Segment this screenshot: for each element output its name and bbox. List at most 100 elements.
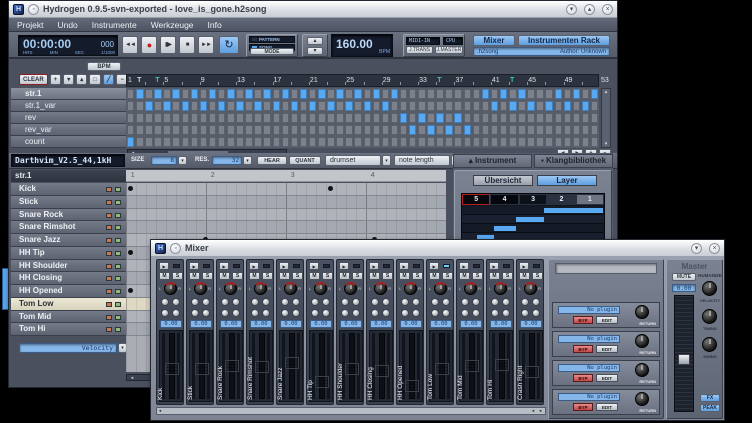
fader-handle[interactable] [525,366,539,378]
song-grid-cell[interactable] [327,125,334,135]
instrument-row-kick[interactable]: Kick [11,183,126,196]
song-grid-cell[interactable] [218,125,225,135]
strip-mute-button[interactable]: M [399,272,410,280]
song-grid-row-rev[interactable] [126,112,599,124]
song-grid-cell[interactable] [409,125,416,135]
song-grid-cell[interactable] [300,137,307,147]
strip-play-button[interactable]: ▶ [459,262,469,270]
fx-bypass-button[interactable]: BYP [573,374,593,382]
song-grid-cell[interactable] [172,113,179,123]
song-grid-cell[interactable] [382,113,389,123]
song-grid-cell[interactable] [236,125,243,135]
scroll-up-icon[interactable]: ▴ [602,89,610,95]
clear-pattern-sequence-button[interactable]: CLEAR [19,74,48,85]
song-grid-cell[interactable] [409,89,416,99]
song-grid-cell[interactable] [200,89,207,99]
song-grid-cell[interactable] [218,89,225,99]
song-grid-cell[interactable] [209,125,216,135]
song-grid-cell[interactable] [445,89,452,99]
strip-play-button[interactable]: ▶ [399,262,409,270]
fx-edit-button[interactable]: EDIT [596,316,618,324]
song-grid-cell[interactable] [564,89,571,99]
instrument-solo-led[interactable] [115,264,121,269]
song-grid-cell[interactable] [209,137,216,147]
res-value[interactable]: 32 [212,156,242,165]
instrument-solo-led[interactable] [115,213,121,218]
scroll-left-icon[interactable]: ◄ [531,408,535,414]
song-grid-cell[interactable] [454,137,461,147]
menu-item-werkzeuge[interactable]: Werkzeuge [151,20,194,30]
strip-play-button[interactable]: ▶ [309,262,319,270]
fx2-send-knob[interactable] [472,298,480,306]
instrument-mute-led[interactable] [106,225,112,230]
fx4-send-knob[interactable] [532,309,540,317]
song-grid-cell[interactable] [582,137,589,147]
song-grid-cell[interactable] [573,125,580,135]
fx-bypass-button[interactable]: BYP [573,316,593,324]
song-grid-cell[interactable] [555,101,562,111]
song-grid-cell[interactable] [418,137,425,147]
song-grid-cell[interactable] [364,137,371,147]
song-grid-row-str.1[interactable] [126,88,599,100]
instrument-row-snare-jazz[interactable]: Snare Jazz [11,234,126,247]
strip-mute-button[interactable]: M [189,272,200,280]
song-grid-cell[interactable] [309,101,316,111]
menu-item-projekt[interactable]: Projekt [17,20,43,30]
fx1-send-knob[interactable] [521,298,529,306]
song-grid-cell[interactable] [327,113,334,123]
fx-edit-button[interactable]: EDIT [596,403,618,411]
song-grid-cell[interactable] [500,125,507,135]
tab-klangbibliothek[interactable]: ▪ Klangbibliothek [534,154,613,168]
song-grid-cell[interactable] [536,137,543,147]
master-fx-button[interactable]: FX [700,394,720,402]
strip-play-button[interactable]: ▶ [249,262,259,270]
song-grid-cell[interactable] [473,137,480,147]
song-grid-cell[interactable] [500,89,507,99]
song-grid-cell[interactable] [509,101,516,111]
song-grid-cell[interactable] [191,113,198,123]
layer-header-1[interactable]: 1 [576,194,604,205]
song-grid-cell[interactable] [382,125,389,135]
song-grid-cell[interactable] [218,101,225,111]
hear-notes-button[interactable]: HEAR [257,156,287,165]
song-grid-cell[interactable] [536,125,543,135]
fx1-send-knob[interactable] [221,298,229,306]
song-grid-cell[interactable] [373,101,380,111]
strip-solo-button[interactable]: S [502,272,513,280]
song-grid-cell[interactable] [209,101,216,111]
song-grid-cell[interactable] [582,125,589,135]
strip-solo-button[interactable]: S [202,272,213,280]
property-select[interactable]: Velocity [19,343,117,353]
size-dropdown-icon[interactable]: ▾ [178,156,187,165]
song-grid-cell[interactable] [291,125,298,135]
song-grid-cell[interactable] [518,113,525,123]
song-grid-cell[interactable] [527,101,534,111]
fx1-send-knob[interactable] [461,298,469,306]
song-grid-cell[interactable] [382,101,389,111]
song-grid-cell[interactable] [409,113,416,123]
song-grid-cell[interactable] [345,101,352,111]
song-grid-cell[interactable] [500,137,507,147]
song-grid-cell[interactable] [454,89,461,99]
jack-transport-button[interactable]: J.TRANS [406,46,433,54]
select-mode-button[interactable]: □ [89,74,101,85]
song-grid-cell[interactable] [227,101,234,111]
pan-knob[interactable] [254,282,267,295]
song-timeline-ruler[interactable]: 1591317212529333741454953TTTT [126,74,599,87]
song-grid-cell[interactable] [136,125,143,135]
fx3-send-knob[interactable] [401,309,409,317]
song-grid-cell[interactable] [154,89,161,99]
song-grid-cell[interactable] [318,113,325,123]
song-grid-cell[interactable] [464,125,471,135]
song-grid-cell[interactable] [445,101,452,111]
song-grid-cell[interactable] [454,125,461,135]
fx-return-knob[interactable] [635,334,649,348]
song-grid-cell[interactable] [509,89,516,99]
fx2-send-knob[interactable] [322,298,330,306]
song-grid-cell[interactable] [482,113,489,123]
strip-solo-button[interactable]: S [322,272,333,280]
fx-edit-button[interactable]: EDIT [596,374,618,382]
pan-knob[interactable] [344,282,357,295]
note-row-stick[interactable] [126,196,446,209]
pan-knob[interactable] [404,282,417,295]
